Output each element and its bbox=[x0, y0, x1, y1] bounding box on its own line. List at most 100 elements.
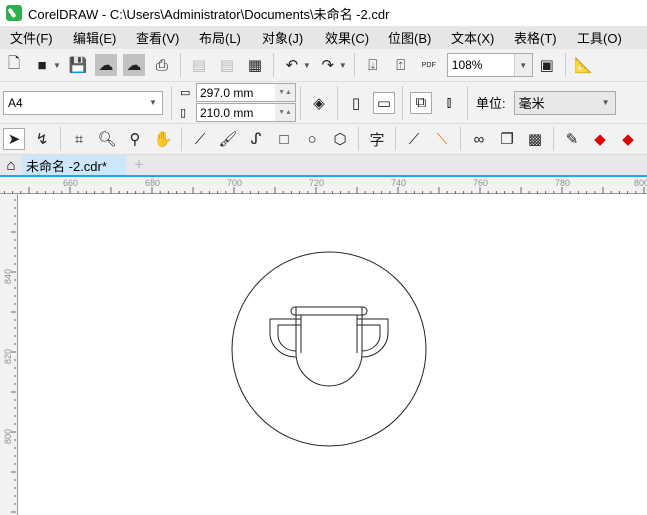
tab-document[interactable]: 未命名 -2.cdr* bbox=[22, 155, 126, 175]
menu-bitmaps[interactable]: 位图(B) bbox=[378, 28, 441, 47]
menu-object[interactable]: 对象(J) bbox=[252, 28, 315, 47]
cloud-upload-icon[interactable]: ☁ bbox=[122, 54, 145, 76]
landscape-icon[interactable]: ▭ bbox=[373, 91, 395, 114]
ruler-label: 700 bbox=[227, 178, 243, 188]
zoom-out-icon[interactable]: ⚲ bbox=[124, 128, 146, 150]
pen-curve-icon[interactable]: ᔑ bbox=[245, 128, 267, 150]
spinner-icon[interactable]: ▼▲ bbox=[275, 84, 295, 101]
menu-text[interactable]: 文本(X) bbox=[441, 28, 504, 47]
transparency-icon[interactable]: ▩ bbox=[524, 128, 546, 150]
ellipse-tool-icon[interactable]: ○ bbox=[301, 128, 323, 150]
text-tool-icon[interactable]: 字 bbox=[366, 128, 388, 150]
cloud-download-icon[interactable]: ☁ bbox=[94, 54, 117, 76]
undo-dropdown-icon[interactable]: ▼ bbox=[303, 61, 311, 70]
menu-layout[interactable]: 布局(L) bbox=[189, 28, 252, 47]
current-page-icon[interactable]: ⫾ bbox=[438, 92, 460, 114]
title-bar: CorelDRAW - C:\Users\Administrator\Docum… bbox=[0, 0, 647, 26]
page-size-value: A4 bbox=[8, 95, 23, 110]
page-size-select[interactable]: A4 ▼ bbox=[3, 90, 163, 115]
redo-dropdown-icon[interactable]: ▼ bbox=[339, 61, 347, 70]
unit-select[interactable]: 毫米 ▼ bbox=[513, 90, 616, 115]
zoom-combo[interactable]: 108% ▼ bbox=[446, 53, 533, 77]
crop-tool-icon[interactable]: ⌗ bbox=[68, 128, 90, 150]
horizontal-ruler[interactable]: 660 680 700 720 740 760 780 800 bbox=[0, 177, 647, 194]
artistic-media-icon[interactable]: 🖌 bbox=[217, 128, 239, 150]
ruler-label: 820 bbox=[3, 348, 13, 364]
pdf-icon[interactable]: PDF bbox=[418, 54, 440, 76]
ruler-label: 740 bbox=[391, 178, 407, 188]
coreldraw-logo-icon bbox=[6, 5, 22, 21]
page-width-input[interactable]: 297.0 mm ▼▲ bbox=[196, 83, 296, 102]
menu-effects[interactable]: 效果(C) bbox=[315, 28, 378, 47]
menu-table[interactable]: 表格(T) bbox=[504, 28, 567, 47]
page-width-value: 297.0 mm bbox=[200, 85, 254, 100]
page-position-icon[interactable]: ◈ bbox=[308, 92, 330, 114]
menu-tools[interactable]: 工具(O) bbox=[567, 28, 630, 47]
cut-icon[interactable]: ▤ bbox=[188, 54, 210, 76]
chevron-down-icon[interactable]: ▼ bbox=[597, 92, 615, 114]
open-folder-icon[interactable]: ■ bbox=[31, 54, 53, 76]
pick-tool-icon[interactable]: ➤ bbox=[3, 128, 25, 150]
window-title: CorelDRAW - C:\Users\Administrator\Docum… bbox=[28, 6, 390, 22]
zoom-level: 108% bbox=[451, 58, 483, 72]
property-bar: A4 ▼ ▭ 297.0 mm ▼▲ ▯ 210.0 mm ▼▲ ◈ ▯ ▭ ⧉ ⫾ 单位… bbox=[0, 82, 647, 124]
document-tab-bar: ⌂ 未命名 -2.cdr* + bbox=[0, 155, 647, 177]
standard-toolbar: 🗋 ■ ▼ 💾 ☁ ☁ ⎙ ▤ ▤ ▦ ↶ ▼ ↷ ▼ ⍗ ⍐ PDF 108% ▼ ▣… bbox=[0, 49, 647, 82]
freehand-tool-icon[interactable]: ⟋ bbox=[189, 128, 211, 150]
ruler-label: 780 bbox=[555, 178, 571, 188]
portrait-icon[interactable]: ▯ bbox=[345, 92, 367, 114]
drawing-canvas[interactable] bbox=[19, 194, 647, 515]
menu-view[interactable]: 查看(V) bbox=[126, 28, 189, 47]
options-icon[interactable]: 📐 bbox=[573, 54, 595, 76]
redo-icon[interactable]: ↷ bbox=[317, 54, 339, 76]
full-screen-icon[interactable]: ▣ bbox=[536, 54, 558, 76]
interactive-fill-icon[interactable]: ◆ bbox=[589, 128, 611, 150]
undo-icon[interactable]: ↶ bbox=[281, 54, 303, 76]
eyedropper-icon[interactable]: ✎ bbox=[561, 128, 583, 150]
ruler-label: 720 bbox=[309, 178, 325, 188]
zoom-tool-icon[interactable]: 🔍︎ bbox=[96, 128, 118, 150]
chevron-down-icon[interactable]: ▼ bbox=[513, 54, 532, 76]
save-icon[interactable]: 💾 bbox=[67, 54, 89, 76]
menu-edit[interactable]: 编辑(E) bbox=[63, 28, 126, 47]
dimension-tool-icon[interactable]: ⟋ bbox=[403, 128, 425, 150]
spinner-icon[interactable]: ▼▲ bbox=[275, 104, 295, 121]
new-document-icon[interactable]: 🗋 bbox=[3, 54, 25, 76]
copy-icon[interactable]: ▤ bbox=[216, 54, 238, 76]
export-icon[interactable]: ⍐ bbox=[390, 54, 412, 76]
circle-shape[interactable] bbox=[231, 251, 427, 447]
paste-icon[interactable]: ▦ bbox=[244, 54, 266, 76]
ruler-label: 800 bbox=[3, 428, 13, 444]
ruler-label: 660 bbox=[63, 178, 79, 188]
unit-value: 毫米 bbox=[518, 96, 545, 111]
ruler-label: 680 bbox=[145, 178, 161, 188]
ruler-label: 760 bbox=[473, 178, 489, 188]
drop-shadow-icon[interactable]: ❐ bbox=[496, 128, 518, 150]
menu-file[interactable]: 文件(F) bbox=[0, 28, 63, 47]
page-height-icon: ▯ bbox=[180, 107, 187, 119]
page-width-icon: ▭ bbox=[180, 87, 191, 99]
page-height-input[interactable]: 210.0 mm ▼▲ bbox=[196, 103, 296, 122]
ruler-label: 800 bbox=[634, 178, 647, 188]
page-height-value: 210.0 mm bbox=[200, 105, 254, 120]
import-icon[interactable]: ⍗ bbox=[362, 54, 384, 76]
unit-label: 单位: bbox=[476, 96, 506, 111]
add-tab-button[interactable]: + bbox=[126, 155, 152, 175]
trophy-cup-shape[interactable] bbox=[269, 306, 389, 387]
connector-tool-icon[interactable]: ⟍ bbox=[431, 128, 453, 150]
chevron-down-icon[interactable]: ▼ bbox=[53, 61, 61, 70]
pan-hand-icon[interactable]: ✋ bbox=[152, 128, 174, 150]
polygon-tool-icon[interactable]: ⬡ bbox=[329, 128, 351, 150]
blend-tool-icon[interactable]: ∞ bbox=[468, 128, 490, 150]
print-icon[interactable]: ⎙ bbox=[151, 54, 173, 76]
all-pages-icon[interactable]: ⧉ bbox=[410, 91, 432, 114]
tab-document-label: 未命名 -2.cdr* bbox=[26, 158, 107, 174]
ruler-label: 840 bbox=[3, 268, 13, 284]
toolbox: ➤ ↯ ⌗ 🔍︎ ⚲ ✋ ⟋ 🖌 ᔑ □ ○ ⬡ 字 ⟋ ⟍ ∞ ❐ ▩ ✎ ◆… bbox=[0, 124, 647, 155]
chevron-down-icon[interactable]: ▼ bbox=[144, 92, 162, 114]
home-icon[interactable]: ⌂ bbox=[0, 157, 22, 174]
vertical-ruler[interactable]: 840 820 800 bbox=[0, 194, 18, 515]
rectangle-tool-icon[interactable]: □ bbox=[273, 128, 295, 150]
smart-fill-icon[interactable]: ◆ bbox=[617, 128, 639, 150]
shape-tool-icon[interactable]: ↯ bbox=[31, 128, 53, 150]
